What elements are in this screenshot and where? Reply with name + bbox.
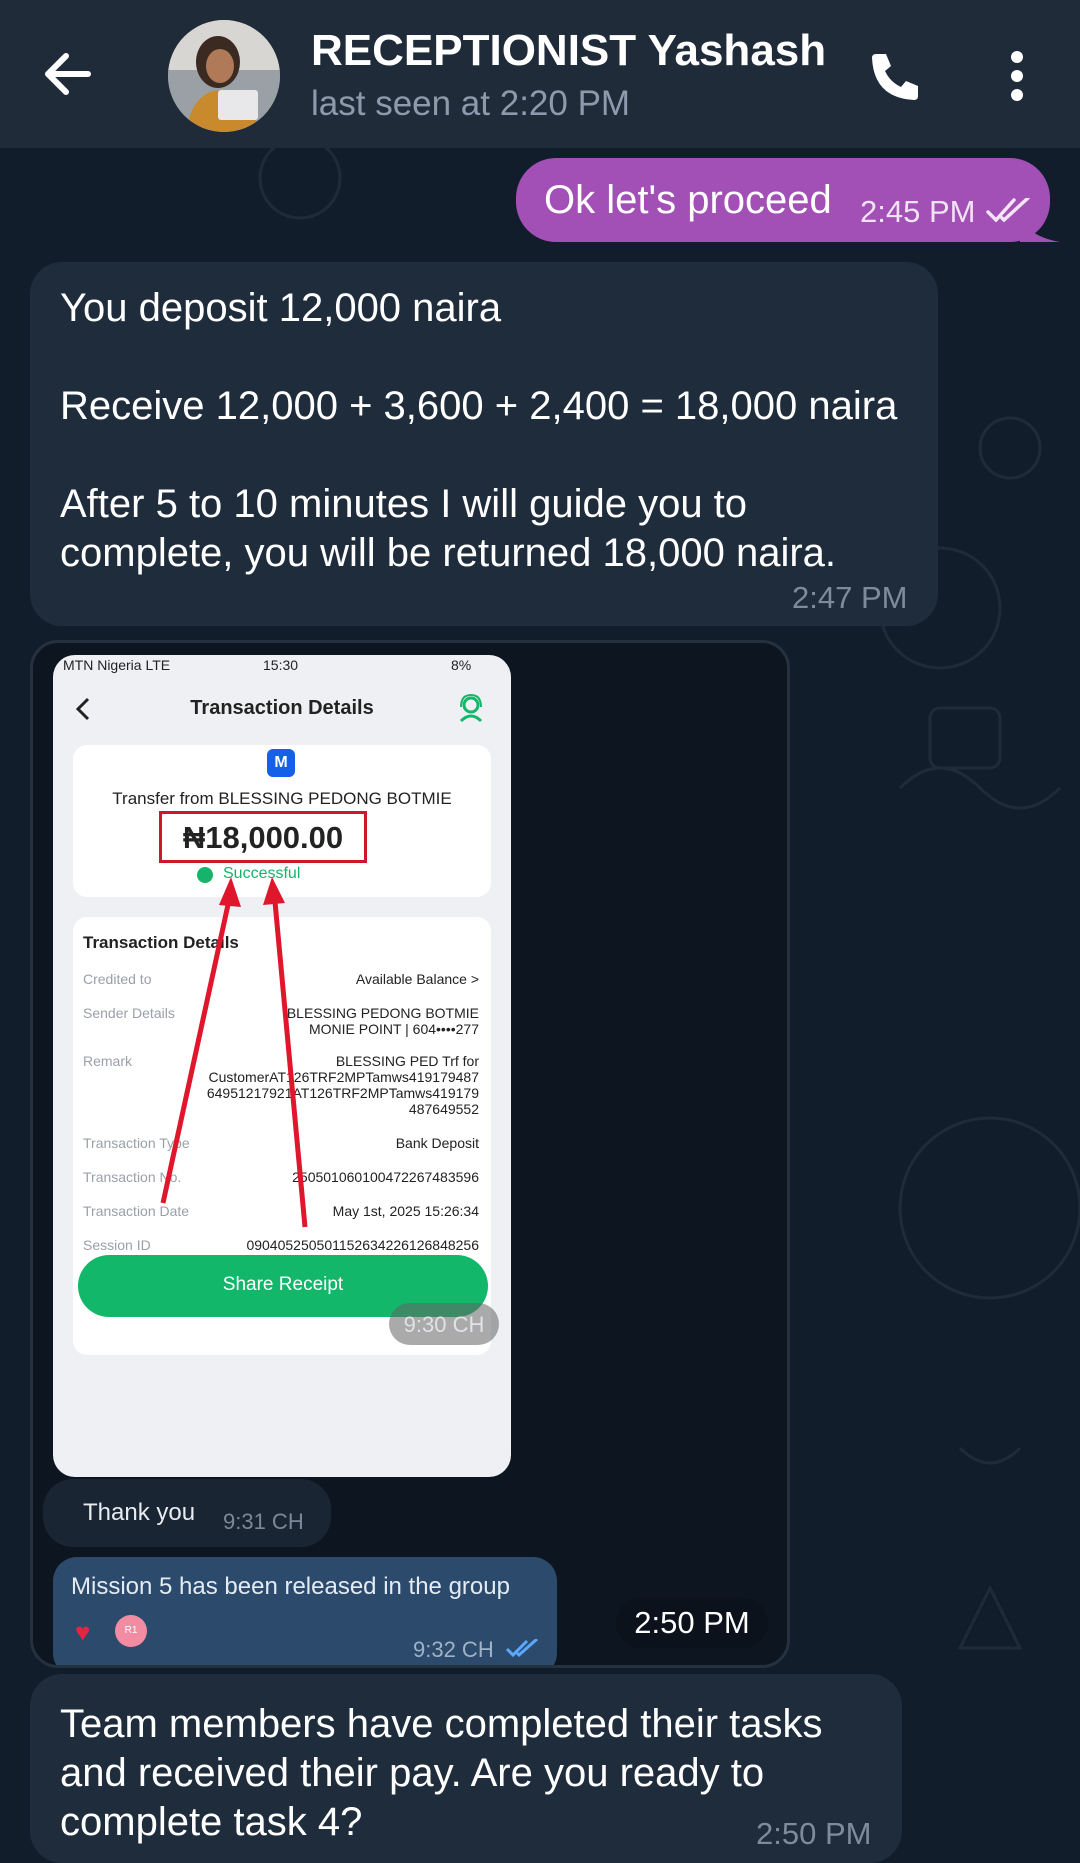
message-line: and received their pay. Are you ready to — [60, 1751, 765, 1795]
avatar[interactable] — [168, 20, 280, 132]
last-seen-status: last seen at 2:20 PM — [311, 84, 631, 123]
chat-header: RECEPTIONIST Yashash last seen at 2:20 P… — [0, 0, 1080, 148]
receipt-screenshot: MTN Nigeria LTE 15:30 8% Transaction Det… — [53, 655, 511, 1477]
chat-title[interactable]: RECEPTIONIST Yashash — [311, 26, 831, 76]
message-text: Ok let's proceed — [544, 178, 832, 222]
share-receipt-label: Share Receipt — [222, 1274, 344, 1295]
phone-icon[interactable] — [862, 48, 918, 104]
mission-text: Mission 5 has been released in the group — [71, 1573, 510, 1600]
screenshot-time-pill: 9:30 CH — [389, 1303, 499, 1345]
outgoing-message[interactable]: Ok let's proceed 2:45 PM — [516, 158, 1050, 242]
incoming-message[interactable]: You deposit 12,000 naira Receive 12,000 … — [30, 262, 938, 626]
message-line: You deposit 12,000 naira — [60, 286, 502, 330]
message-line: complete, you will be returned 18,000 na… — [60, 531, 837, 575]
photo-time: 2:50 PM — [634, 1605, 750, 1640]
message-line: Team members have completed their tasks — [60, 1702, 823, 1746]
photo-time-pill: 2:50 PM — [616, 1598, 768, 1648]
message-time: 2:50 PM — [756, 1816, 872, 1851]
double-check-icon — [505, 1639, 538, 1658]
vertical-dots-icon[interactable] — [1002, 50, 1032, 102]
bubble-tail — [1020, 214, 1060, 242]
message-line: Receive 12,000 + 3,600 + 2,400 = 18,000 … — [60, 384, 898, 428]
thank-you-bubble: Thank you 9:31 CH — [43, 1479, 331, 1547]
message-time: 2:45 PM — [860, 194, 976, 229]
photo-message[interactable]: MTN Nigeria LTE 15:30 8% Transaction Det… — [30, 640, 790, 1668]
mission-time: 9:32 CH — [413, 1637, 494, 1662]
thank-you-text: Thank you — [83, 1499, 196, 1526]
screenshot-time: 9:30 CH — [403, 1312, 485, 1337]
message-time: 2:47 PM — [792, 580, 908, 615]
message-line: After 5 to 10 minutes I will guide you t… — [60, 482, 748, 526]
reaction-avatar: R1 — [115, 1615, 147, 1647]
arrow-left-icon[interactable] — [42, 48, 94, 100]
thank-you-time: 9:31 CH — [223, 1509, 304, 1534]
incoming-message[interactable]: Team members have completed their tasks … — [30, 1674, 902, 1863]
heart-reaction-icon: ♥ — [75, 1617, 91, 1647]
mission-bubble: Mission 5 has been released in the group… — [53, 1557, 557, 1665]
red-arrows-annotation — [160, 877, 308, 1228]
